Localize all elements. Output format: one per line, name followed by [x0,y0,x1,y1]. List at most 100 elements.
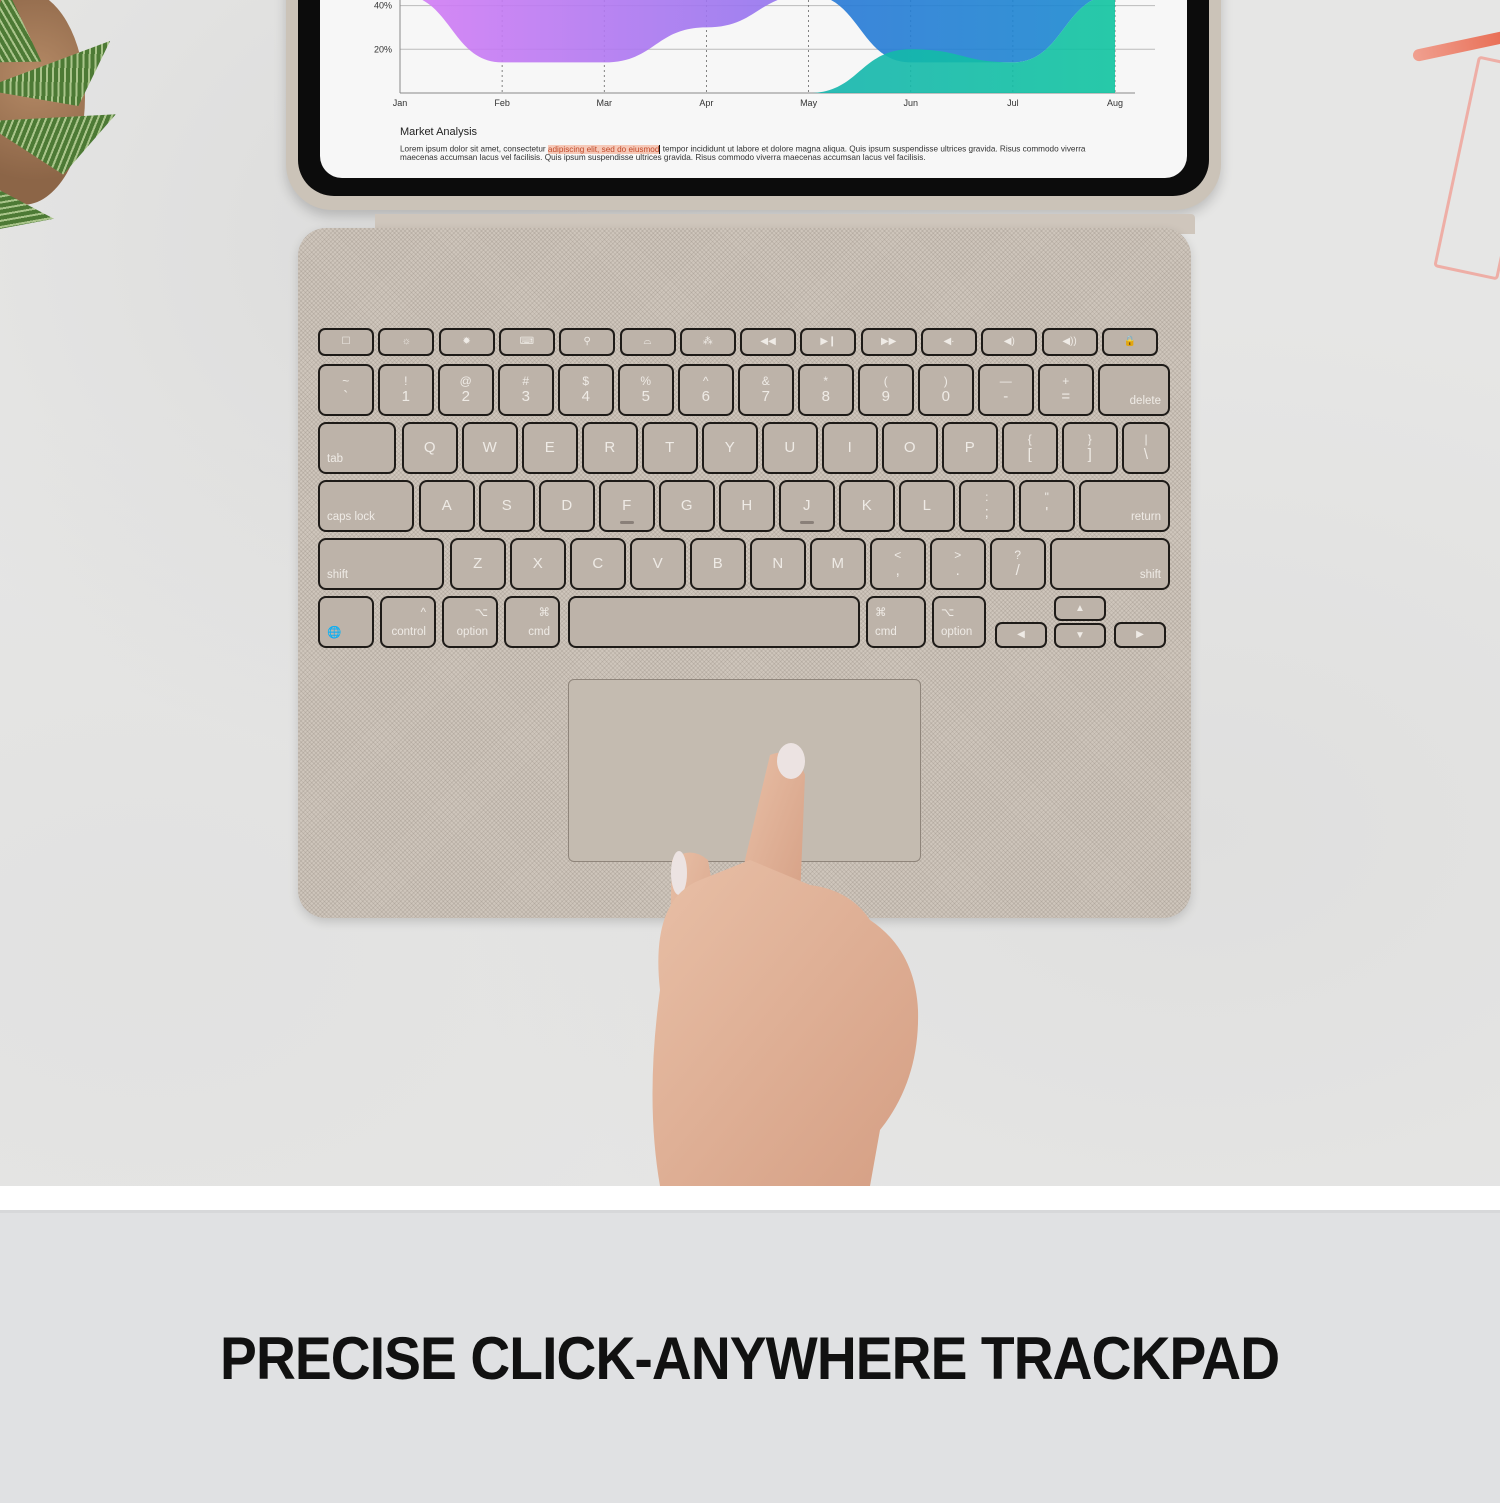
key-right-cmd[interactable]: ⌘ cmd [866,596,926,648]
key-left-option[interactable]: ⌥ option [442,596,498,648]
key-backslash[interactable]: | \ [1122,422,1170,474]
key-v[interactable]: V [630,538,686,590]
key-1[interactable]: ! 1 [378,364,434,416]
key-label: ; [984,504,989,521]
key-volume-up[interactable]: ◀)) [1041,328,1098,356]
key-e[interactable]: E [522,422,578,474]
key-x[interactable]: X [510,538,566,590]
key-comma[interactable]: <, [870,538,926,590]
key-right-shift[interactable]: shift [1050,538,1170,590]
key-backlight-down[interactable]: ⌓ [619,328,676,356]
key-f[interactable]: F [599,480,655,532]
key-left-shift[interactable]: shift [318,538,444,590]
key-a[interactable]: A [419,480,475,532]
key-period[interactable]: >. [930,538,986,590]
key-6[interactable]: ^ 6 [678,364,734,416]
key-l[interactable]: L [899,480,955,532]
key-u[interactable]: U [762,422,818,474]
key-5[interactable]: % 5 [618,364,674,416]
key-volume-down[interactable]: ◀) [981,328,1038,356]
key-arrow-left[interactable]: ◀ [995,622,1047,648]
key-label: A [441,497,452,514]
key-3[interactable]: #3 [498,364,554,416]
volume-down-icon: ◀) [1003,336,1015,347]
key-control[interactable]: ^ control [380,596,436,648]
key-arrow-up[interactable]: ▲ [1054,596,1106,621]
key-s[interactable]: S [479,480,535,532]
key-0[interactable]: ) 0 [918,364,974,416]
key-play-pause[interactable]: ▶❙ [800,328,857,356]
key-right-option[interactable]: ⌥ option [932,596,986,648]
key-previous-track[interactable]: ◀◀ [740,328,797,356]
key-i[interactable]: I [822,422,878,474]
key-home[interactable]: ☐ [318,328,374,356]
key-label: $ [582,374,590,388]
document-body[interactable]: Lorem ipsum dolor sit amet, consectetur … [400,144,1120,162]
key-tab[interactable]: tab [318,422,396,474]
key-label: D [561,497,573,514]
key-d[interactable]: D [539,480,595,532]
key-c[interactable]: C [570,538,626,590]
trackpad[interactable] [568,679,921,862]
key-symbol[interactable]: — - [978,364,1034,416]
key-delete[interactable]: delete [1098,364,1170,416]
key-globe[interactable]: 🌐 [318,596,374,648]
key-label: delete [1129,395,1161,407]
key-label: shift [327,569,349,581]
key-quote[interactable]: " ' [1019,480,1075,532]
key-label: 5 [641,388,650,405]
key-symbol[interactable]: ~ ` [318,364,374,416]
key-n[interactable]: N [750,538,806,590]
key-caps-lock[interactable]: caps lock [318,480,414,532]
key-mute[interactable]: ◀· [921,328,977,356]
arrow-left-icon: ◀ [1017,629,1025,640]
key-return[interactable]: return [1079,480,1170,532]
key-m[interactable]: M [810,538,866,590]
key-z[interactable]: Z [450,538,506,590]
key-o[interactable]: O [882,422,938,474]
key-symbol[interactable]: + = [1038,364,1094,416]
key-right-bracket[interactable]: }] [1062,422,1118,474]
x-tick-label: Jul [1007,98,1019,108]
key-b[interactable]: B [690,538,746,590]
key-8[interactable]: * 8 [798,364,854,416]
key-next-track[interactable]: ▶▶ [860,328,917,356]
x-tick-label: Mar [597,98,613,108]
key-lock[interactable]: 🔒 [1101,328,1158,356]
key-t[interactable]: T [642,422,698,474]
x-tick-label: May [800,98,818,108]
key-j[interactable]: J [779,480,835,532]
next-track-icon: ▶▶ [880,336,897,347]
key-left-cmd[interactable]: ⌘ cmd [504,596,560,648]
key-label: > [954,548,962,562]
key-search[interactable]: ⚲ [559,328,616,356]
key-7[interactable]: & 7 [738,364,794,416]
key-label: 8 [821,388,830,405]
key-2[interactable]: @2 [438,364,494,416]
key-label: ] [1087,446,1092,463]
key-label: # [522,374,530,388]
key-k[interactable]: K [839,480,895,532]
key-onscreen-keyboard[interactable]: ⌨ [498,328,555,356]
key-label: 4 [581,388,590,405]
key-left-bracket[interactable]: {[ [1002,422,1058,474]
key-arrow-right[interactable]: ▶ [1114,622,1166,648]
key-p[interactable]: P [942,422,998,474]
key-y[interactable]: Y [702,422,758,474]
key-r[interactable]: R [582,422,638,474]
key-backlight-up[interactable]: ⁂ [679,328,736,356]
key-brightness-up[interactable]: ✹ [438,328,495,356]
key-q[interactable]: Q [402,422,458,474]
key-4[interactable]: $4 [558,364,614,416]
key-w[interactable]: W [462,422,518,474]
key-label: ? [1014,548,1022,562]
key-9[interactable]: (9 [858,364,914,416]
key-arrow-down[interactable]: ▼ [1054,623,1106,648]
key-space[interactable] [568,596,860,648]
key-brightness-down[interactable]: ☼ [378,328,435,356]
key-label: F [622,497,632,514]
key-semicolon[interactable]: :; [959,480,1015,532]
key-slash[interactable]: ? / [990,538,1046,590]
key-h[interactable]: H [719,480,775,532]
key-g[interactable]: G [659,480,715,532]
